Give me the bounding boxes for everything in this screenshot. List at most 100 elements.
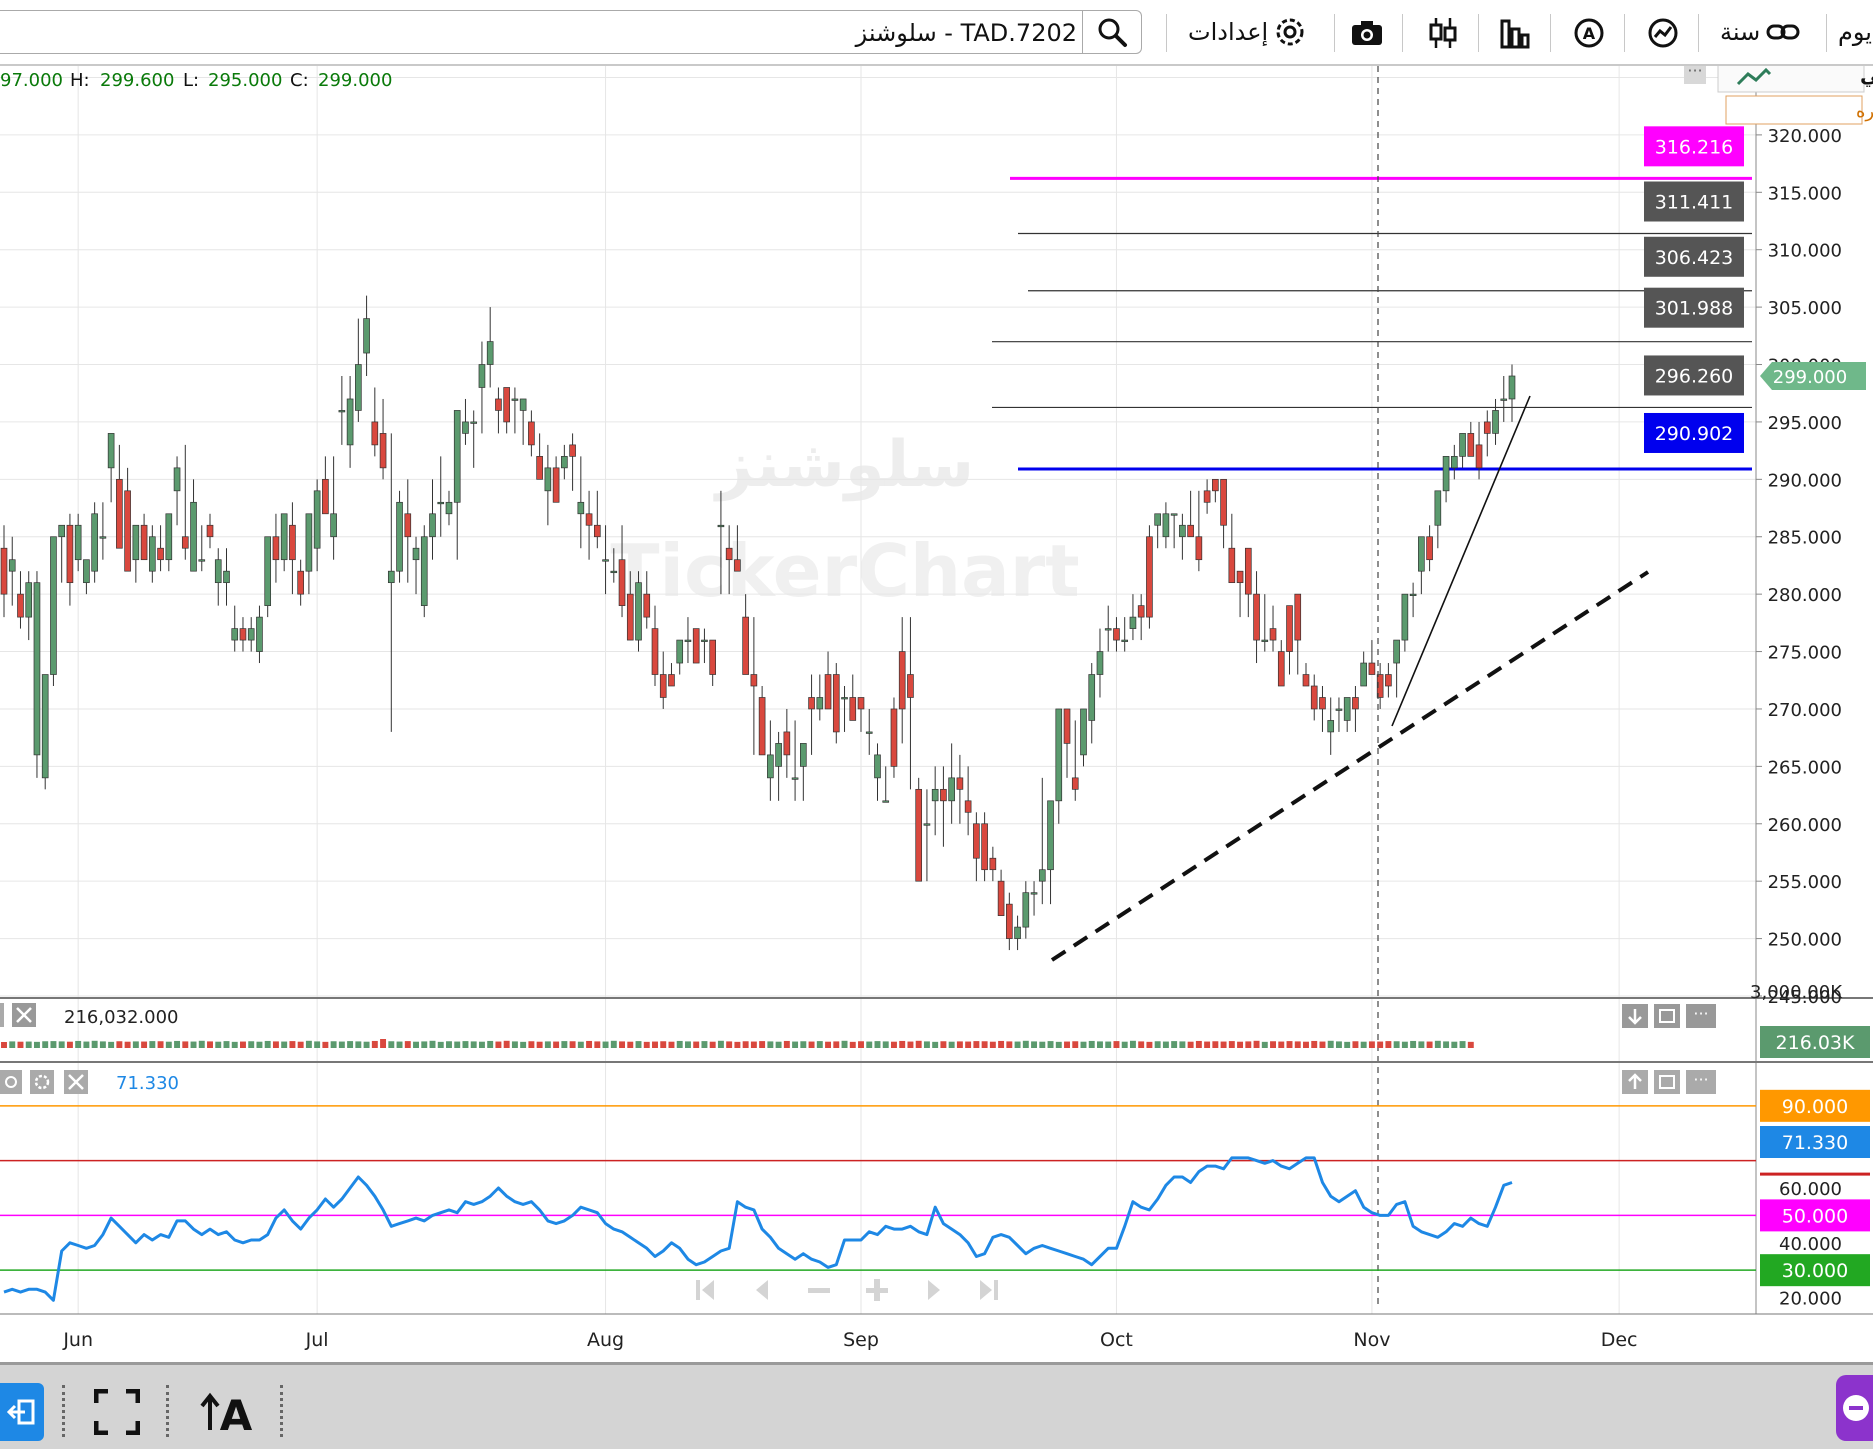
candle-body [91,513,98,572]
more-icon[interactable]: ··· [1687,66,1702,80]
volume-bar [1179,1041,1186,1048]
volume-bar [165,1041,172,1048]
candle-body [692,628,700,664]
candle-body [668,674,675,687]
ohlc-open-value: 97.000 [0,70,63,91]
candle-body [503,387,510,423]
volume-bar [693,1041,700,1048]
volume-bar [182,1041,189,1048]
candle-body [519,398,527,411]
exit-button[interactable] [0,1383,44,1441]
candle-body [289,524,296,561]
bottom-separator [166,1385,169,1437]
candle-body [223,570,230,584]
candle-body [437,501,445,505]
candle-body [1187,524,1194,538]
volume-bar [240,1041,246,1048]
day-selector[interactable]: يوم [1838,12,1872,52]
candlestick-type-icon[interactable] [1424,14,1462,52]
candle-body [1253,593,1260,641]
volume-bar [1014,1041,1021,1048]
price-tick-label: 275.000 [1768,643,1842,664]
volume-bar [1,1042,7,1048]
candle-body [239,628,247,641]
ohlc-l-label: L: [183,70,199,91]
bar-chart-icon[interactable] [1496,14,1534,52]
volume-bar [1245,1041,1252,1048]
candle-body [511,398,519,401]
candle-body [997,880,1005,916]
candle-body [1030,892,1038,895]
candle-body [50,536,57,675]
candle-body [1418,536,1425,572]
symbol-search-box[interactable]: TAD.7202 - سلوشنز [0,10,1142,54]
candle-body [1451,456,1458,469]
volume-panel-handle[interactable] [0,1003,4,1027]
candle-body [1492,410,1499,434]
watermark-ar: سلوشنز [713,428,974,502]
volume-bar [998,1040,1005,1048]
search-icon[interactable] [1082,11,1141,53]
volume-bar [899,1040,906,1048]
candle-body [157,547,164,561]
font-size-button[interactable]: A [196,1383,260,1441]
settings-button[interactable]: إعدادات [1188,12,1306,52]
volume-maximize-button[interactable] [1654,1004,1680,1028]
candle-body [1212,478,1219,492]
volume-bar [58,1041,65,1048]
chart-canvas[interactable]: سلوشنز TickerChart 245.000250.000255.000… [0,66,1873,1360]
candle-body [948,777,955,802]
symbol-text[interactable]: TAD.7202 - سلوشنز [856,19,1077,47]
volume-bar [355,1041,362,1048]
volume-bar [478,1041,485,1048]
rsi-maximize-button[interactable] [1654,1070,1680,1094]
zoom-out-button[interactable] [808,1288,830,1293]
candle-body [717,524,725,528]
candle-body [923,823,931,826]
candle-body [8,559,16,572]
volume-bar [223,1041,230,1048]
candle-body [132,524,140,561]
period-selector[interactable]: سنة [1720,12,1800,52]
volume-bar [932,1041,939,1048]
candle-body [470,421,478,424]
price-tick-label: 280.000 [1768,585,1842,606]
volume-bar [1401,1041,1408,1048]
volume-bar [470,1041,477,1048]
volume-bar [1352,1041,1359,1048]
rsi-level-badge-label: 50.000 [1782,1205,1848,1227]
toolbar-separator [1478,14,1479,52]
side-panel-button[interactable] [1836,1375,1873,1441]
candle-body [832,674,840,733]
candle-body [701,639,708,642]
candle-body [758,697,766,756]
candle-body [1475,444,1483,469]
fullscreen-button[interactable] [88,1383,146,1441]
volume-bar [1286,1041,1293,1048]
indicator-icon[interactable] [1644,14,1682,52]
volume-bar [305,1040,312,1048]
font-size-icon: A [200,1390,256,1434]
rsi-visibility-button[interactable] [0,1070,22,1094]
candle-body [569,444,576,457]
candle-body [800,743,807,767]
candle-body [1203,490,1211,503]
volume-bar [1335,1041,1342,1048]
volume-bar [75,1040,82,1048]
candle-body [552,467,560,503]
analysis-icon[interactable]: A [1570,14,1608,52]
volume-bar [132,1041,139,1048]
candle-body [1269,628,1277,641]
volume-bar [1418,1041,1425,1048]
camera-icon[interactable] [1348,14,1386,52]
volume-bar [66,1041,73,1048]
candle-body [1360,662,1367,687]
rsi-settings-button[interactable] [30,1070,54,1094]
candle-body [775,743,782,767]
volume-bar [1377,1041,1384,1048]
candle-body [1393,639,1400,664]
volume-bar [454,1041,461,1048]
volume-value: 216,032.000 [64,1007,179,1028]
svg-text:A: A [220,1391,253,1434]
watermark-en: TickerChart [610,529,1079,613]
